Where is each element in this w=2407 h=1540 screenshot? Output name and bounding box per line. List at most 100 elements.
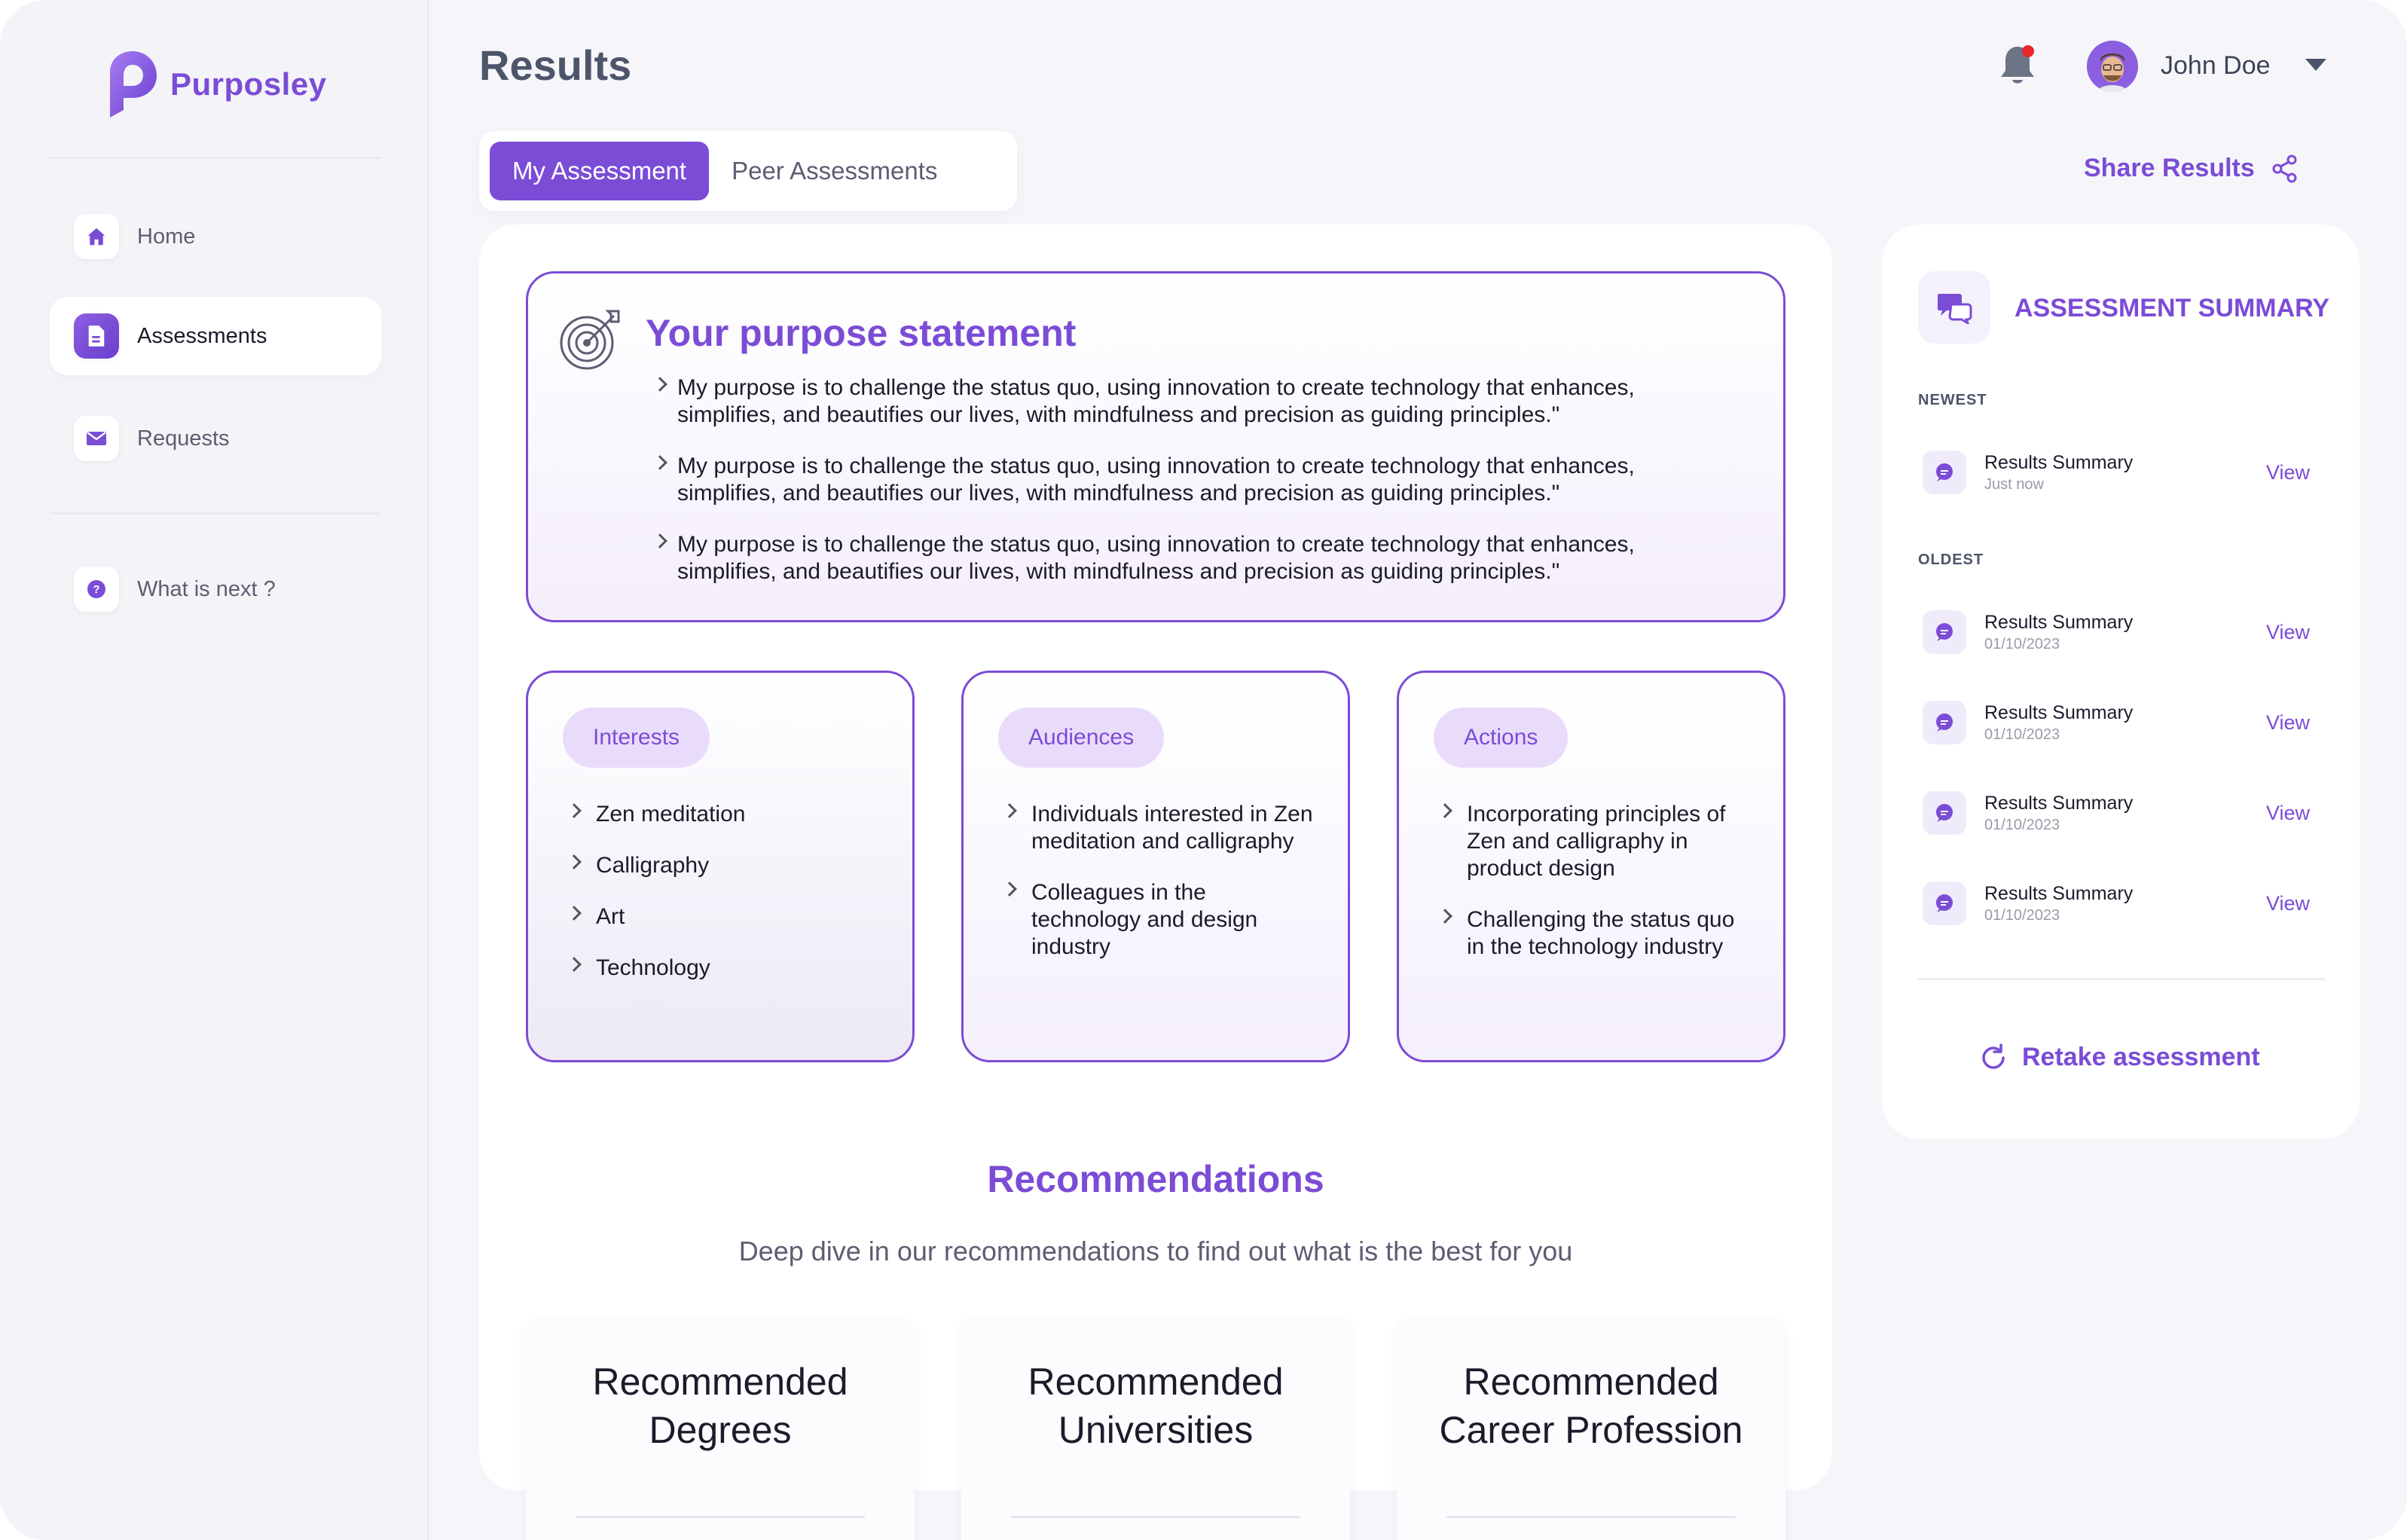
- message-icon: [1923, 610, 1966, 654]
- divider: [1918, 978, 2325, 980]
- sidebar-divider: [50, 157, 381, 159]
- rec-card-title-line1: Recommended: [1463, 1361, 1719, 1403]
- rec-card-title-line1: Recommended: [592, 1361, 848, 1403]
- page-title: Results: [479, 41, 632, 89]
- app-name: Purposley: [170, 66, 327, 102]
- assessment-tabs: My Assessment Peer Assessments: [479, 131, 1017, 211]
- interest-text: Zen meditation: [596, 802, 746, 827]
- envelope-icon: [74, 416, 119, 461]
- tab-peer-assessments[interactable]: Peer Assessments: [709, 142, 960, 200]
- chevron-right-icon: [1437, 909, 1452, 924]
- svg-text:?: ?: [93, 583, 99, 596]
- interests-pill: Interests: [563, 707, 710, 768]
- summary-title: ASSESSMENT SUMMARY: [2014, 294, 2330, 322]
- chat-bubbles-icon: [1918, 271, 1990, 344]
- summary-item: Results Summary Just now View: [1923, 451, 2314, 499]
- interest-text: Calligraphy: [596, 853, 710, 878]
- audience-text: Individuals interested in Zen meditation…: [1031, 802, 1313, 854]
- view-link[interactable]: View: [2266, 621, 2310, 644]
- summary-item-date: 01/10/2023: [1984, 636, 2060, 652]
- actions-card: Actions Incorporating principles of Zen …: [1397, 671, 1785, 1062]
- sidebar-item-requests[interactable]: Requests: [50, 399, 381, 478]
- summary-item-date: 01/10/2023: [1984, 726, 2060, 743]
- sidebar-item-what-is-next[interactable]: ? What is next ?: [50, 550, 381, 628]
- purpose-text: My purpose is to challenge the status qu…: [677, 532, 1635, 584]
- audience-text: Colleagues in the technology and design …: [1031, 880, 1258, 959]
- summary-item: Results Summary 01/10/2023 View: [1923, 701, 2314, 749]
- list-item: My purpose is to challenge the status qu…: [652, 531, 1709, 585]
- view-link[interactable]: View: [2266, 461, 2310, 484]
- recommended-universities-card[interactable]: Recommended Universities: [961, 1323, 1350, 1540]
- summary-item-name: Results Summary: [1984, 702, 2134, 723]
- action-text: Incorporating principles of Zen and call…: [1467, 802, 1726, 881]
- summary-item: Results Summary 01/10/2023 View: [1923, 882, 2314, 930]
- summary-item-name: Results Summary: [1984, 612, 2134, 633]
- summary-item-date: 01/10/2023: [1984, 907, 2060, 924]
- list-item: Individuals interested in Zen meditation…: [1002, 801, 1321, 855]
- results-card: Your purpose statement My purpose is to …: [479, 225, 1832, 1540]
- actions-pill: Actions: [1434, 707, 1569, 768]
- audiences-list: Individuals interested in Zen meditation…: [1002, 801, 1321, 985]
- recommended-career-card[interactable]: Recommended Career Profession: [1397, 1323, 1785, 1540]
- view-link[interactable]: View: [2266, 711, 2310, 735]
- sidebar-item-home[interactable]: Home: [50, 197, 381, 276]
- retake-assessment-button[interactable]: Retake assessment: [1980, 1043, 2260, 1072]
- recommendations-title: Recommendations: [987, 1158, 1324, 1200]
- summary-item-name: Results Summary: [1984, 793, 2134, 814]
- list-item: Technology: [567, 955, 885, 982]
- share-results-label: Share Results: [2084, 154, 2255, 182]
- share-results-button[interactable]: Share Results: [2084, 154, 2299, 183]
- chevron-right-icon: [1002, 882, 1017, 897]
- list-item: Zen meditation: [567, 801, 885, 828]
- message-icon: [1923, 791, 1966, 835]
- home-icon: [74, 214, 119, 259]
- chevron-right-icon: [1002, 803, 1017, 818]
- avatar[interactable]: [2087, 41, 2138, 92]
- document-icon: [74, 313, 119, 359]
- chevron-right-icon: [1437, 803, 1452, 818]
- message-icon: [1923, 882, 1966, 925]
- help-icon: ?: [74, 567, 119, 612]
- summary-item-name: Results Summary: [1984, 452, 2134, 473]
- divider: [576, 1516, 865, 1518]
- chevron-right-icon: [567, 906, 582, 921]
- chevron-right-icon: [652, 455, 667, 470]
- action-text: Challenging the status quo in the techno…: [1467, 907, 1735, 959]
- newest-label: NEWEST: [1918, 392, 1987, 408]
- app-window: Purposley Home Assessments Requests ? Wh…: [0, 0, 2407, 1540]
- sidebar-item-assessments[interactable]: Assessments: [50, 297, 381, 375]
- actions-list: Incorporating principles of Zen and call…: [1437, 801, 1756, 985]
- message-icon: [1923, 701, 1966, 744]
- interest-text: Art: [596, 904, 625, 929]
- rec-card-title-line1: Recommended: [1028, 1361, 1284, 1403]
- chevron-right-icon: [567, 803, 582, 818]
- rec-card-title: Recommended Universities: [961, 1323, 1350, 1454]
- divider: [1011, 1516, 1300, 1518]
- list-item: My purpose is to challenge the status qu…: [652, 453, 1709, 507]
- list-item: Colleagues in the technology and design …: [1002, 879, 1321, 961]
- message-icon: [1923, 451, 1966, 494]
- sidebar-item-label: Home: [137, 224, 196, 249]
- refresh-icon: [1982, 1043, 2005, 1069]
- notification-badge: [2022, 45, 2034, 57]
- chevron-right-icon: [652, 377, 667, 392]
- view-link[interactable]: View: [2266, 802, 2310, 825]
- list-item: Calligraphy: [567, 852, 885, 879]
- purpose-title: Your purpose statement: [646, 312, 1077, 354]
- interest-text: Technology: [596, 955, 710, 980]
- retake-label: Retake assessment: [2022, 1043, 2260, 1071]
- summary-item-date: Just now: [1984, 476, 2044, 493]
- view-link[interactable]: View: [2266, 892, 2310, 915]
- list-item: Challenging the status quo in the techno…: [1437, 906, 1756, 961]
- logo[interactable]: Purposley: [102, 50, 327, 119]
- purposley-logo-icon: [110, 51, 157, 118]
- sidebar-divider: [50, 512, 381, 515]
- sidebar-item-label: Requests: [137, 426, 230, 451]
- purpose-text: My purpose is to challenge the status qu…: [677, 454, 1635, 506]
- recommended-degrees-card[interactable]: Recommended Degrees: [526, 1323, 915, 1540]
- user-name[interactable]: John Doe: [2161, 51, 2271, 81]
- tab-my-assessment[interactable]: My Assessment: [490, 142, 710, 200]
- rec-card-title: Recommended Career Profession: [1397, 1323, 1785, 1454]
- chevron-down-icon[interactable]: [2305, 59, 2326, 71]
- list-item: My purpose is to challenge the status qu…: [652, 374, 1709, 429]
